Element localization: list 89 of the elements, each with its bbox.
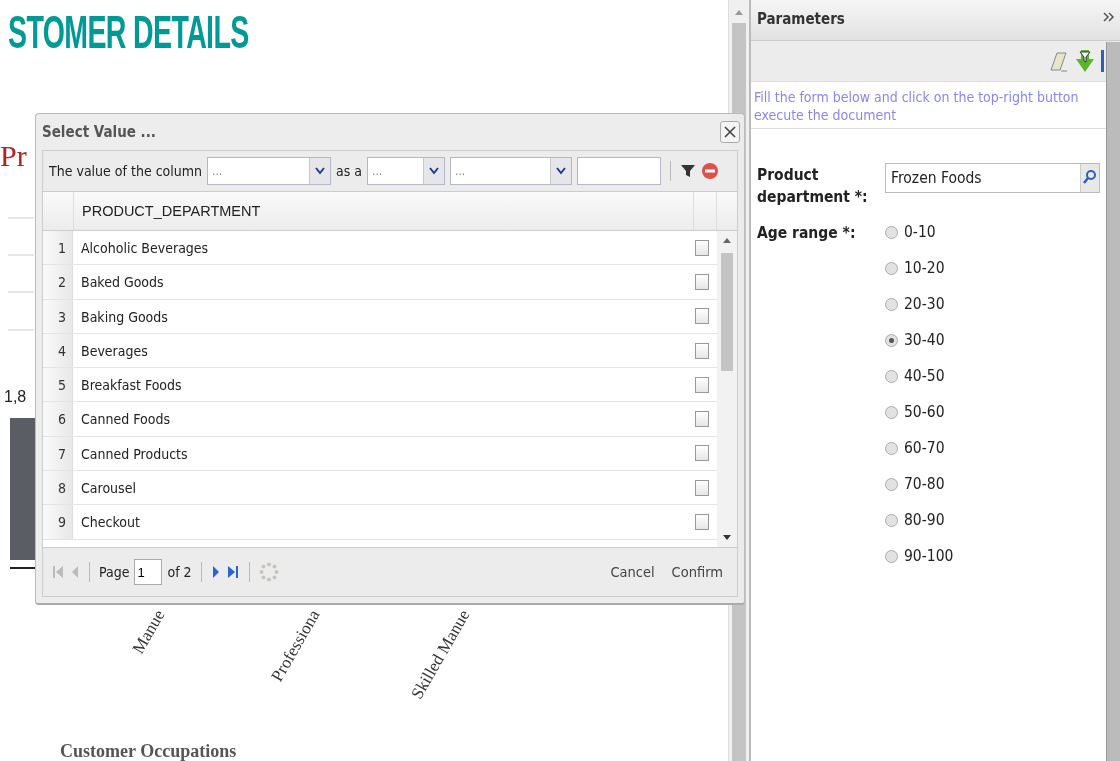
dialog-button[interactable]: Confirm <box>665 560 729 584</box>
radio-label: 0-10 <box>904 223 936 241</box>
chevron-down-icon <box>556 167 566 175</box>
lookup-field[interactable]: Frozen Foods <box>885 163 1100 193</box>
panel-scrollbar[interactable] <box>1106 42 1120 761</box>
table-cell[interactable]: Carousel <box>73 471 687 505</box>
row-number: 7 <box>43 436 73 471</box>
radio-button[interactable] <box>885 297 898 311</box>
radio-label: 40-50 <box>904 367 945 385</box>
radio-button[interactable] <box>885 441 898 455</box>
checkbox[interactable] <box>695 479 709 496</box>
radio-label: 30-40 <box>904 331 945 349</box>
checkbox[interactable] <box>695 411 709 428</box>
row-number: 2 <box>43 265 73 299</box>
x-axis-title: Customer Occupations <box>60 741 237 761</box>
next-page-icon[interactable] <box>210 564 221 580</box>
column-select[interactable]: ... <box>207 157 331 185</box>
filter-icon[interactable] <box>680 163 696 179</box>
value-field[interactable] <box>577 157 661 185</box>
filter-label: The value of the column <box>49 163 202 179</box>
close-icon <box>724 126 736 138</box>
row-number: 3 <box>43 299 73 333</box>
row-number: 6 <box>43 402 73 436</box>
radio-button[interactable] <box>885 477 898 491</box>
remove-icon[interactable] <box>701 162 719 180</box>
panel-title: Parameters <box>757 10 846 28</box>
first-page-icon[interactable] <box>51 564 65 580</box>
eraser-icon[interactable] <box>1049 50 1069 72</box>
radio-button[interactable] <box>885 513 898 527</box>
last-page-icon[interactable] <box>225 564 240 580</box>
radio-button[interactable] <box>885 261 898 275</box>
type-select[interactable]: ... <box>450 157 572 185</box>
value-label: 1,8 <box>4 388 27 405</box>
table-cell[interactable]: Alcoholic Beverages <box>73 231 687 265</box>
table-cell[interactable]: Baked Goods <box>73 265 687 299</box>
page-field[interactable]: 1 <box>134 559 163 585</box>
table-cell[interactable]: Baking Goods <box>73 299 687 333</box>
checkbox[interactable] <box>695 273 709 290</box>
grid-scrollbar[interactable] <box>717 231 737 547</box>
row-number: 9 <box>43 505 73 539</box>
table-cell[interactable]: Checkout <box>73 505 687 539</box>
x-axis <box>9 567 37 569</box>
report-title: STOMER DETAILS <box>8 5 249 59</box>
table-cell[interactable]: Beverages <box>73 333 687 368</box>
field-label: Product department *: <box>757 165 869 208</box>
checkbox[interactable] <box>695 514 709 530</box>
radio-label: 60-70 <box>904 439 945 457</box>
chevron-down-icon <box>429 167 439 175</box>
radio-button[interactable] <box>885 549 898 563</box>
page-count: of 2 <box>167 564 192 580</box>
page-label: Page <box>99 564 130 580</box>
dialog-title: Select Value ... <box>42 123 157 141</box>
radio-label: 10-20 <box>904 259 945 277</box>
scroll-thumb[interactable] <box>721 253 733 371</box>
radio-button[interactable] <box>885 225 898 239</box>
download-funnel-icon[interactable] <box>1075 49 1095 73</box>
radio-button[interactable] <box>885 333 898 347</box>
row-number: 8 <box>43 471 73 505</box>
row-number: 5 <box>43 368 73 402</box>
scroll-down-icon[interactable] <box>723 535 731 541</box>
checkbox[interactable] <box>695 239 709 256</box>
radio-label: 90-100 <box>904 547 954 565</box>
table-cell[interactable]: Canned Products <box>73 436 687 471</box>
collapse-icon[interactable] <box>1102 10 1116 24</box>
row-number: 1 <box>43 231 73 265</box>
close-button[interactable] <box>720 121 740 143</box>
dialog-button[interactable]: Cancel <box>604 560 661 584</box>
radio-label: 70-80 <box>904 475 945 493</box>
checkbox[interactable] <box>695 376 709 393</box>
checkbox[interactable] <box>695 342 709 359</box>
table-cell[interactable]: Canned Foods <box>73 402 687 436</box>
radio-button[interactable] <box>885 405 898 419</box>
radio-label: 80-90 <box>904 511 945 529</box>
table-cell[interactable]: Breakfast Foods <box>73 368 687 402</box>
previous-page-icon[interactable] <box>70 564 80 580</box>
operator-select[interactable]: ... <box>367 157 445 185</box>
connector-label: as a <box>336 163 362 179</box>
radio-label: 50-60 <box>904 403 945 421</box>
search-icon[interactable] <box>1080 164 1099 192</box>
radio-button[interactable] <box>885 369 898 383</box>
checkbox[interactable] <box>695 445 709 462</box>
chevron-down-icon <box>315 167 325 175</box>
scroll-up-icon[interactable] <box>723 237 731 243</box>
radio-label: 20-30 <box>904 295 945 313</box>
checkbox[interactable] <box>695 308 709 325</box>
chart-title: Pr <box>0 139 27 172</box>
field-label: Age range *: <box>757 223 857 244</box>
row-number: 4 <box>43 333 73 368</box>
refresh-icon[interactable] <box>258 562 279 582</box>
